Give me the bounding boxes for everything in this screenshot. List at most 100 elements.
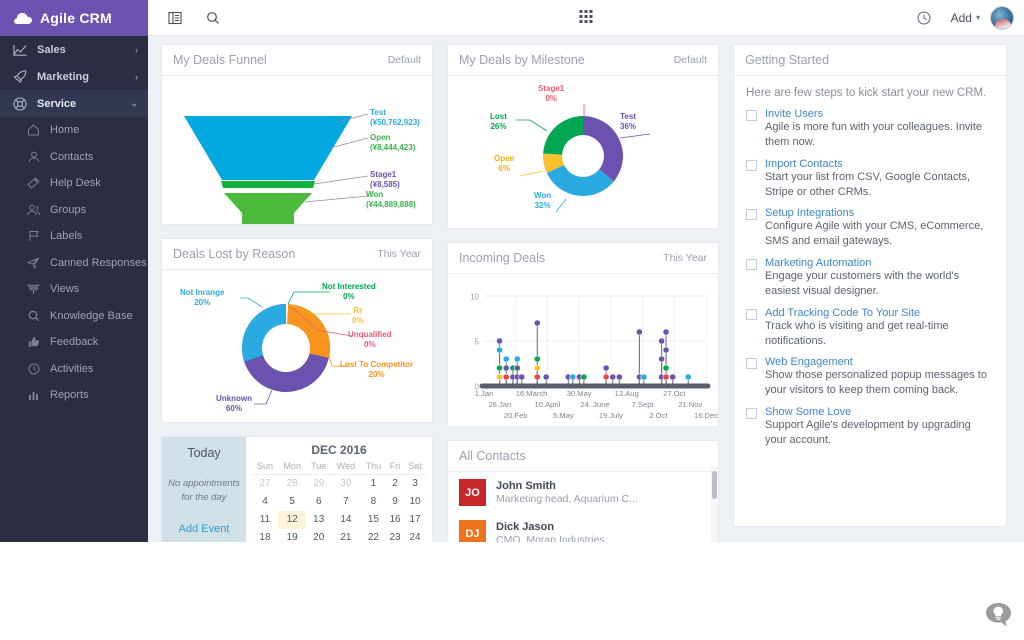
- step-link[interactable]: Import Contacts: [765, 158, 994, 170]
- data-point[interactable]: [534, 320, 540, 326]
- sidebar-item-activities[interactable]: Activities: [0, 356, 148, 383]
- card-header: All Contacts: [448, 441, 718, 472]
- card-filter-label[interactable]: Default: [388, 54, 421, 66]
- card-filter-label[interactable]: Default: [674, 54, 707, 66]
- data-point[interactable]: [636, 329, 642, 335]
- step-checkbox[interactable]: [746, 358, 757, 369]
- data-point[interactable]: [610, 374, 616, 380]
- step-checkbox[interactable]: [746, 160, 757, 171]
- sidebar-item-knowledge-base[interactable]: Knowledge Base: [0, 303, 148, 330]
- data-point[interactable]: [581, 374, 587, 380]
- data-point[interactable]: [663, 365, 669, 371]
- data-point[interactable]: [519, 374, 525, 380]
- search-icon[interactable]: [196, 11, 230, 25]
- calendar-day[interactable]: 27: [252, 475, 278, 493]
- calendar-day[interactable]: 30: [331, 475, 361, 493]
- grid-apps-icon[interactable]: [580, 10, 593, 26]
- calendar-day[interactable]: 4: [252, 493, 278, 511]
- clock-icon[interactable]: [907, 11, 941, 25]
- sidebar-group-marketing[interactable]: Marketing ›: [0, 63, 148, 90]
- sidebar-group-sales[interactable]: Sales ›: [0, 36, 148, 63]
- calendar-day[interactable]: 17: [404, 511, 426, 529]
- sidebar-item-reports[interactable]: Reports: [0, 382, 148, 409]
- data-point[interactable]: [685, 374, 691, 380]
- data-point[interactable]: [663, 329, 669, 335]
- card-filter-label[interactable]: This Year: [663, 252, 707, 264]
- data-point[interactable]: [496, 347, 502, 353]
- data-point[interactable]: [616, 374, 622, 380]
- sidebar-item-views[interactable]: Views: [0, 276, 148, 303]
- avatar[interactable]: [990, 6, 1014, 30]
- contacts-scrollbar[interactable]: [712, 471, 717, 499]
- data-point[interactable]: [503, 374, 509, 380]
- data-point[interactable]: [496, 338, 502, 344]
- sidebar-toggle-icon[interactable]: [158, 11, 192, 25]
- data-point[interactable]: [534, 365, 540, 371]
- data-point[interactable]: [503, 365, 509, 371]
- data-point[interactable]: [670, 374, 676, 380]
- brand-header[interactable]: Agile CRM: [0, 0, 148, 36]
- step-checkbox[interactable]: [746, 309, 757, 320]
- calendar-day[interactable]: 7: [331, 493, 361, 511]
- data-point[interactable]: [659, 356, 665, 362]
- calendar-day[interactable]: 15: [361, 511, 386, 529]
- calendar-day[interactable]: 6: [306, 493, 331, 511]
- calendar-day[interactable]: 29: [306, 475, 331, 493]
- calendar-day[interactable]: 2: [386, 475, 404, 493]
- step-link[interactable]: Invite Users: [765, 108, 994, 120]
- step-checkbox[interactable]: [746, 110, 757, 121]
- add-button[interactable]: Add ▾: [951, 11, 980, 25]
- data-point[interactable]: [534, 356, 540, 362]
- sidebar-item-labels[interactable]: Labels: [0, 223, 148, 250]
- sidebar-item-canned-responses[interactable]: Canned Responses: [0, 250, 148, 277]
- getting-started-step: Web Engagement Show those personalized p…: [734, 354, 1006, 404]
- step-checkbox[interactable]: [746, 209, 757, 220]
- contact-list-item[interactable]: JO John Smith Marketing head, Aquarium C…: [448, 472, 718, 513]
- sidebar-item-help-desk[interactable]: Help Desk: [0, 170, 148, 197]
- users-icon: [26, 203, 41, 217]
- calendar-day[interactable]: 14: [331, 511, 361, 529]
- sidebar-group-service[interactable]: Service ⌄: [0, 90, 148, 117]
- card-filter-label[interactable]: This Year: [377, 248, 421, 260]
- step-link[interactable]: Add Tracking Code To Your Site: [765, 307, 994, 319]
- calendar-day[interactable]: 11: [252, 511, 278, 529]
- calendar-day[interactable]: 5: [278, 493, 306, 511]
- sidebar-item-contacts[interactable]: Contacts: [0, 144, 148, 171]
- calendar-day[interactable]: 1: [361, 475, 386, 493]
- calendar-day[interactable]: 9: [386, 493, 404, 511]
- calendar-day-selected[interactable]: 12: [278, 511, 306, 529]
- calendar-day[interactable]: 13: [306, 511, 331, 529]
- add-event-button[interactable]: Add Event: [179, 523, 230, 535]
- data-point[interactable]: [503, 356, 509, 362]
- step-link[interactable]: Web Engagement: [765, 356, 994, 368]
- sidebar-item-groups[interactable]: Groups: [0, 197, 148, 224]
- sidebar-item-home[interactable]: Home: [0, 117, 148, 144]
- data-point[interactable]: [659, 338, 665, 344]
- step-checkbox[interactable]: [746, 259, 757, 270]
- sidebar-item-feedback[interactable]: Feedback: [0, 329, 148, 356]
- data-point[interactable]: [496, 365, 502, 371]
- data-point[interactable]: [534, 374, 540, 380]
- data-point[interactable]: [603, 365, 609, 371]
- calendar-day[interactable]: 16: [386, 511, 404, 529]
- calendar-day[interactable]: 3: [404, 475, 426, 493]
- data-point[interactable]: [663, 347, 669, 353]
- data-point[interactable]: [496, 374, 502, 380]
- data-point[interactable]: [570, 374, 576, 380]
- step-checkbox[interactable]: [746, 408, 757, 419]
- step-link[interactable]: Marketing Automation: [765, 257, 994, 269]
- data-point[interactable]: [663, 374, 669, 380]
- data-point[interactable]: [543, 374, 549, 380]
- step-link[interactable]: Setup Integrations: [765, 207, 994, 219]
- donut-label-lost: Lost 26%: [490, 112, 507, 133]
- x-axis-tick-label: 1.Jan: [475, 389, 494, 398]
- calendar-day[interactable]: 8: [361, 493, 386, 511]
- data-point[interactable]: [514, 365, 520, 371]
- calendar-day[interactable]: 10: [404, 493, 426, 511]
- data-point[interactable]: [603, 374, 609, 380]
- data-point[interactable]: [641, 374, 647, 380]
- data-point[interactable]: [514, 356, 520, 362]
- step-link[interactable]: Show Some Love: [765, 406, 994, 418]
- lightbulb-bubble-icon[interactable]: [985, 602, 1012, 628]
- calendar-day[interactable]: 28: [278, 475, 306, 493]
